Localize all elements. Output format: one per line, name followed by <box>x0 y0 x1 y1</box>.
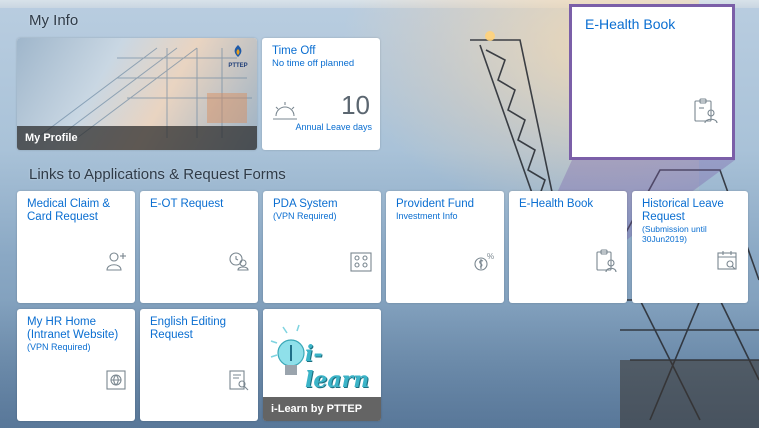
i-learn-caption: i-Learn by PTTEP <box>263 397 381 421</box>
tile-subtitle: Investment Info <box>396 211 458 221</box>
tile-english-editing[interactable]: English Editing Request <box>140 309 258 421</box>
tile-title: English Editing Request <box>150 316 227 341</box>
tile-title: Historical Leave Request <box>642 198 724 223</box>
tile-pda-system[interactable]: PDA System (VPN Required) <box>263 191 381 303</box>
svg-text:%: % <box>487 252 494 261</box>
health-book-icon <box>596 249 617 273</box>
highlight-e-health-book-tile[interactable]: E-Health Book <box>569 4 735 160</box>
tile-subtitle: (Submission until 30Jun2019) <box>642 224 707 244</box>
money-percent-icon: % <box>474 252 494 271</box>
network-people-icon <box>350 252 372 272</box>
tile-my-hr-home[interactable]: My HR Home (Intranet Website) (VPN Requi… <box>17 309 135 421</box>
tile-i-learn[interactable]: i-learn i-Learn by PTTEP <box>263 309 381 421</box>
person-clock-icon <box>229 252 249 271</box>
tile-e-ot-request[interactable]: E-OT Request <box>140 191 258 303</box>
tile-title: Medical Claim & Card Request <box>27 198 111 223</box>
i-learn-logo-text: i-learn <box>305 341 370 393</box>
tile-subtitle: (VPN Required) <box>27 342 91 352</box>
tile-subtitle: (VPN Required) <box>273 211 337 221</box>
health-book-icon <box>694 98 718 124</box>
tile-e-health-book[interactable]: E-Health Book <box>509 191 627 303</box>
tile-title: E-OT Request <box>150 198 224 210</box>
globe-screen-icon <box>106 370 126 390</box>
calendar-search-icon <box>717 251 737 270</box>
tile-medical-claim[interactable]: Medical Claim & Card Request <box>17 191 135 303</box>
tile-historical-leave[interactable]: Historical Leave Request (Submission unt… <box>632 191 748 303</box>
tile-title: PDA System <box>273 198 338 210</box>
highlight-title: E-Health Book <box>585 16 676 32</box>
tile-title: Provident Fund <box>396 198 474 210</box>
tile-title: E-Health Book <box>519 198 594 210</box>
document-search-icon <box>229 370 249 391</box>
tile-title: My HR Home (Intranet Website) <box>27 316 119 341</box>
tile-provident-fund[interactable]: Provident Fund Investment Info % <box>386 191 504 303</box>
add-person-icon <box>106 252 126 271</box>
